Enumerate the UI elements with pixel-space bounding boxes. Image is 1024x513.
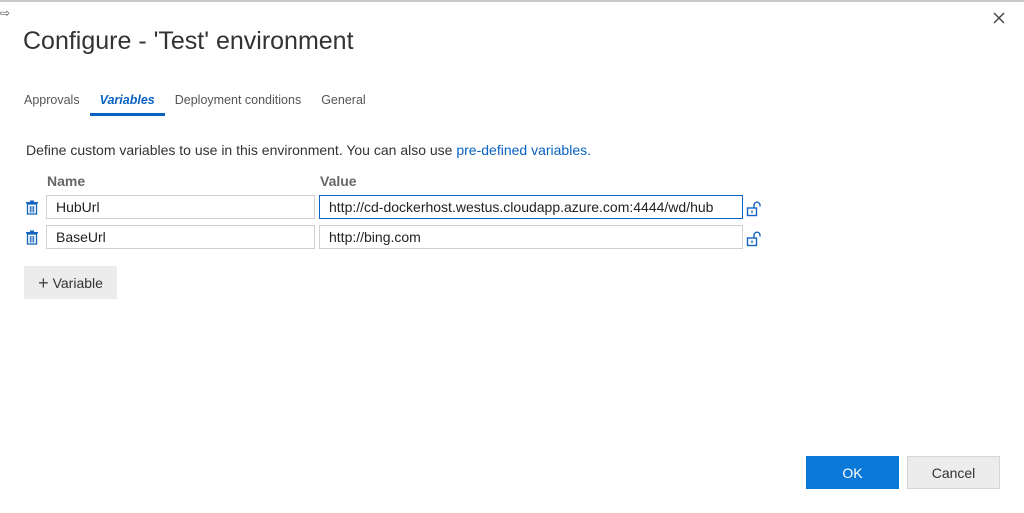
description-text: Define custom variables to use in this e… (26, 142, 457, 158)
plus-icon: + (38, 272, 49, 293)
variables-description: Define custom variables to use in this e… (26, 142, 591, 158)
top-border (0, 0, 1024, 2)
predefined-variables-link[interactable]: pre-defined variables. (456, 142, 591, 158)
trash-icon[interactable] (25, 230, 39, 245)
tab-bar: Approvals Variables Deployment condition… (24, 92, 386, 118)
arrow-right-icon: ⇨ (0, 6, 11, 20)
tab-variables[interactable]: Variables (89, 92, 165, 118)
variable-row (0, 195, 1024, 221)
tab-approvals[interactable]: Approvals (24, 92, 80, 118)
unlock-icon[interactable] (746, 231, 762, 247)
cancel-button[interactable]: Cancel (907, 456, 1000, 489)
close-icon[interactable] (990, 9, 1008, 27)
trash-icon[interactable] (25, 200, 39, 215)
unlock-icon[interactable] (746, 201, 762, 217)
column-header-value: Value (320, 173, 357, 189)
variable-value-input[interactable] (319, 225, 743, 249)
tab-general[interactable]: General (321, 92, 365, 118)
ok-button[interactable]: OK (806, 456, 899, 489)
column-header-name: Name (47, 173, 86, 189)
tab-deployment-conditions[interactable]: Deployment conditions (175, 92, 301, 118)
dialog-title: Configure - 'Test' environment (23, 27, 354, 55)
add-variable-label: Variable (52, 274, 103, 291)
variable-name-input[interactable] (46, 225, 315, 249)
variable-value-input[interactable] (319, 195, 743, 219)
add-variable-button[interactable]: + Variable (24, 266, 117, 299)
variable-row (0, 225, 1024, 251)
variable-name-input[interactable] (46, 195, 315, 219)
